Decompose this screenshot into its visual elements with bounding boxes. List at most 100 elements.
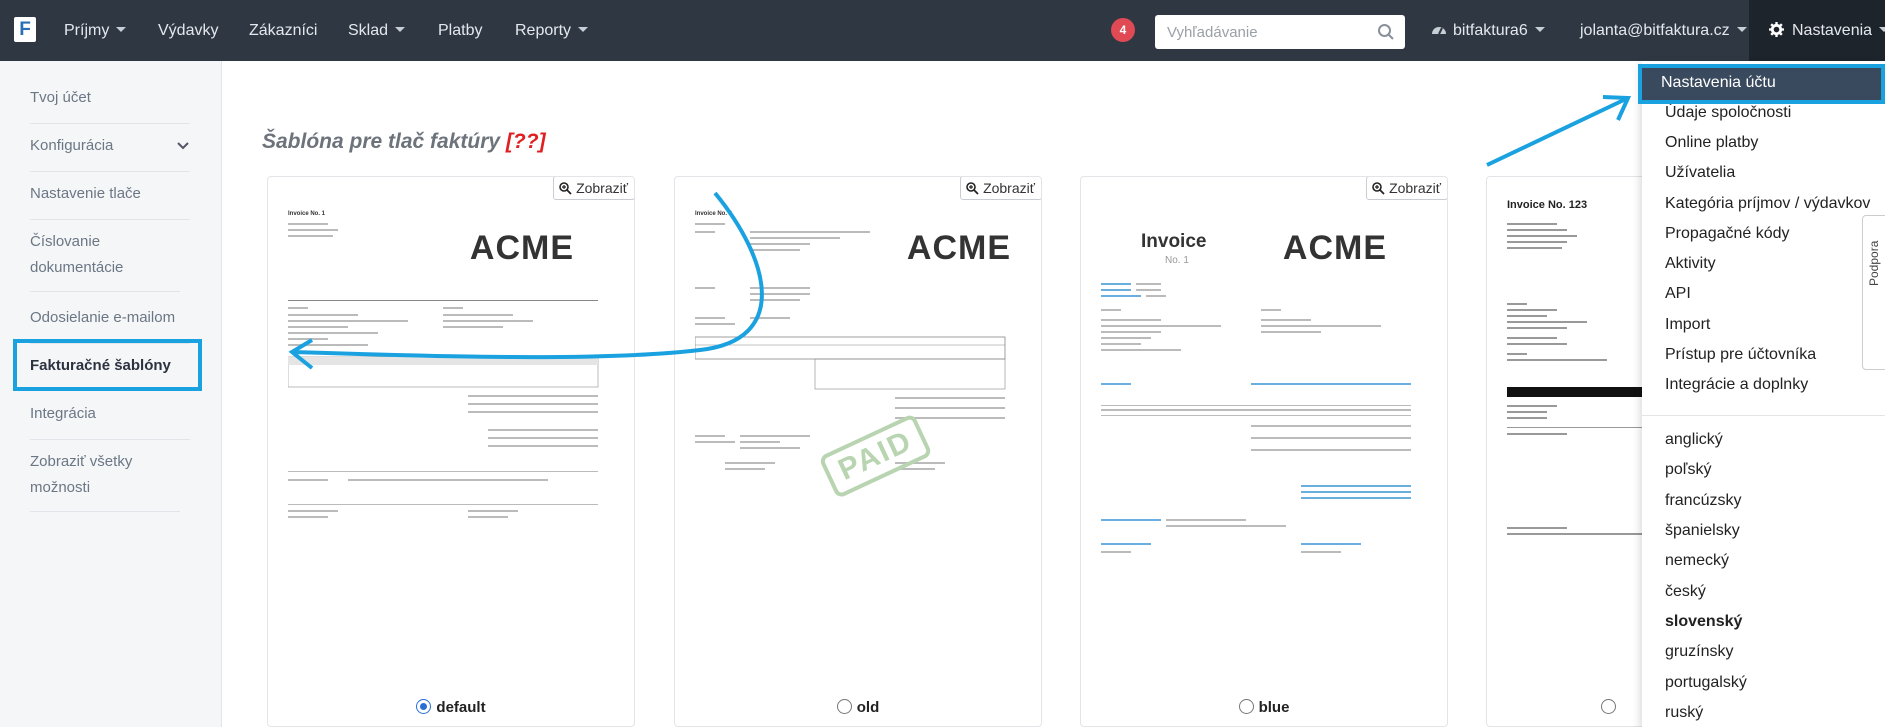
invoice-preview: Invoice No. 123 <box>1507 197 1666 535</box>
preview-lines <box>1101 283 1411 553</box>
account-switcher[interactable]: bitfaktura6 <box>1431 0 1545 61</box>
language-french[interactable]: francúzsky <box>1665 490 1741 512</box>
sidebar-item-show-all[interactable]: Zobraziť všetky možnosti <box>30 449 180 512</box>
nav-reporty[interactable]: Reporty <box>515 0 589 61</box>
sidebar-item-print-settings[interactable]: Nastavenie tlače <box>30 181 190 220</box>
language-english[interactable]: anglický <box>1665 429 1723 451</box>
menu-item-users[interactable]: Užívatelia <box>1665 162 1735 184</box>
sidebar-item-numbering[interactable]: Číslovanie dokumentácie <box>30 229 180 292</box>
template-card-default[interactable]: Zobraziť Invoice No. 1 ACME default <box>267 176 635 727</box>
settings-dropdown-menu: Údaje spoločnosti Online platby Užívatel… <box>1642 61 1885 727</box>
menu-item-company-details[interactable]: Údaje spoločnosti <box>1665 102 1791 124</box>
settings-label: Nastavenia <box>1792 22 1873 39</box>
radio-button[interactable] <box>836 699 852 714</box>
help-hint[interactable]: [??] <box>506 130 546 153</box>
menu-item-label: Užívatelia <box>1665 164 1736 181</box>
language-russian[interactable]: ruský <box>1665 702 1703 724</box>
caret-down-icon <box>116 27 127 32</box>
zoom-button[interactable]: Zobraziť <box>1366 177 1447 200</box>
settings-menu-button[interactable]: Nastavenia <box>1749 0 1885 61</box>
language-spanish[interactable]: španielsky <box>1665 520 1740 542</box>
zoom-label: Zobraziť <box>983 180 1035 196</box>
nav-sklad[interactable]: Sklad <box>348 0 406 61</box>
menu-item-accountant-access[interactable]: Prístup pre účtovníka <box>1665 344 1816 366</box>
nav-label: Zákazníci <box>249 22 318 39</box>
sidebar-item-label: Odosielanie e-mailom <box>30 309 176 326</box>
search-input[interactable] <box>1155 15 1365 49</box>
menu-item-online-payments[interactable]: Online platby <box>1665 132 1758 154</box>
template-card-old[interactable]: Zobraziť Invoice No. 2 ACME PAID old <box>674 176 1042 727</box>
menu-item-label: Kategória príjmov / výdavkov <box>1665 195 1871 212</box>
user-menu[interactable]: jolanta@bitfaktura.cz <box>1580 0 1747 61</box>
nav-vydavky[interactable]: Výdavky <box>158 0 218 61</box>
menu-item-label: Propagačné kódy <box>1665 225 1790 242</box>
menu-item-label: API <box>1665 285 1691 302</box>
nav-label: Príjmy <box>64 22 110 39</box>
menu-item-label: poľský <box>1665 461 1712 478</box>
support-tab[interactable]: Podpora <box>1862 215 1885 370</box>
menu-item-categories[interactable]: Kategória príjmov / výdavkov <box>1665 193 1870 215</box>
template-card-fourth[interactable]: Invoice No. 123 <box>1486 176 1666 727</box>
radio-button[interactable] <box>1601 699 1616 714</box>
invoice-preview: Invoice No. 2 ACME PAID <box>695 197 1021 500</box>
preview-invoice-word: Invoice <box>1141 231 1207 252</box>
menu-item-account-settings-highlight[interactable]: Nastavenia účtu <box>1638 64 1885 104</box>
language-polish[interactable]: poľský <box>1665 459 1711 481</box>
caret-down-icon <box>1534 27 1545 32</box>
template-option-old[interactable]: old <box>675 699 1041 716</box>
menu-item-label: ruský <box>1665 704 1704 721</box>
zoom-label: Zobraziť <box>576 180 628 196</box>
language-georgian[interactable]: gruzínsky <box>1665 641 1733 663</box>
sidebar-item-configuration[interactable]: Konfigurácia <box>30 133 190 172</box>
top-navbar: F Príjmy Výdavky Zákazníci Sklad Platby … <box>0 0 1885 61</box>
sidebar-item-label: Konfigurácia <box>30 137 114 154</box>
language-german[interactable]: nemecký <box>1665 550 1729 572</box>
search-box <box>1155 15 1405 49</box>
radio-button-selected[interactable] <box>416 699 432 714</box>
menu-item-label: francúzsky <box>1665 492 1742 509</box>
nav-label: Výdavky <box>158 22 219 39</box>
template-name: blue <box>1258 699 1290 716</box>
menu-item-label: Import <box>1665 316 1711 333</box>
support-tab-label: Podpora <box>1867 240 1881 286</box>
language-czech[interactable]: český <box>1665 581 1706 603</box>
sidebar-item-label: Číslovanie dokumentácie <box>30 233 124 276</box>
menu-item-promo-codes[interactable]: Propagačné kódy <box>1665 223 1790 245</box>
chevron-down-icon[interactable] <box>176 139 190 153</box>
language-portuguese[interactable]: portugalský <box>1665 672 1747 694</box>
caret-down-icon <box>578 27 589 32</box>
search-icon[interactable] <box>1377 23 1395 41</box>
account-name: bitfaktura6 <box>1453 22 1528 39</box>
zoom-in-icon <box>966 182 979 195</box>
nav-prijmy[interactable]: Príjmy <box>64 0 127 61</box>
annotation-arrow-right <box>1486 96 1629 167</box>
menu-item-label: Prístup pre účtovníka <box>1665 346 1817 363</box>
menu-item-label: anglický <box>1665 431 1723 448</box>
settings-label-wrap: Nastavenia <box>1769 0 1885 61</box>
page-title: Šablóna pre tlač faktúry [??] <box>262 130 546 154</box>
menu-item-label: nemecký <box>1665 552 1730 569</box>
annotation-arrowhead-right <box>1602 95 1632 121</box>
template-card-blue[interactable]: Zobraziť Invoice No. 1 ACME blue <box>1080 176 1448 727</box>
template-option-blue[interactable]: blue <box>1081 699 1447 716</box>
app-logo[interactable]: F <box>14 17 36 42</box>
radio-button[interactable] <box>1238 699 1254 714</box>
menu-item-integrations[interactable]: Integrácie a doplnky <box>1665 374 1808 396</box>
menu-item-label: španielsky <box>1665 522 1740 539</box>
menu-item-activities[interactable]: Aktivity <box>1665 253 1716 275</box>
notification-badge[interactable]: 4 <box>1111 18 1135 42</box>
menu-item-label: slovenský <box>1665 613 1743 630</box>
preview-invoice-number: Invoice No. 123 <box>1507 199 1588 211</box>
sidebar-item-account[interactable]: Tvoj účet <box>30 85 190 124</box>
menu-item-label: Údaje spoločnosti <box>1665 104 1792 121</box>
menu-item-import[interactable]: Import <box>1665 314 1710 336</box>
menu-item-api[interactable]: API <box>1665 283 1691 305</box>
menu-item-label: Aktivity <box>1665 255 1716 272</box>
language-slovak[interactable]: slovenský <box>1665 611 1742 633</box>
sidebar-item-integration[interactable]: Integrácia <box>30 401 190 440</box>
nav-platby[interactable]: Platby <box>438 0 482 61</box>
sidebar-item-label: Nastavenie tlače <box>30 185 141 202</box>
template-option-default[interactable]: default <box>268 699 634 716</box>
nav-zakaznici[interactable]: Zákazníci <box>249 0 317 61</box>
nav-label: Sklad <box>348 22 389 39</box>
